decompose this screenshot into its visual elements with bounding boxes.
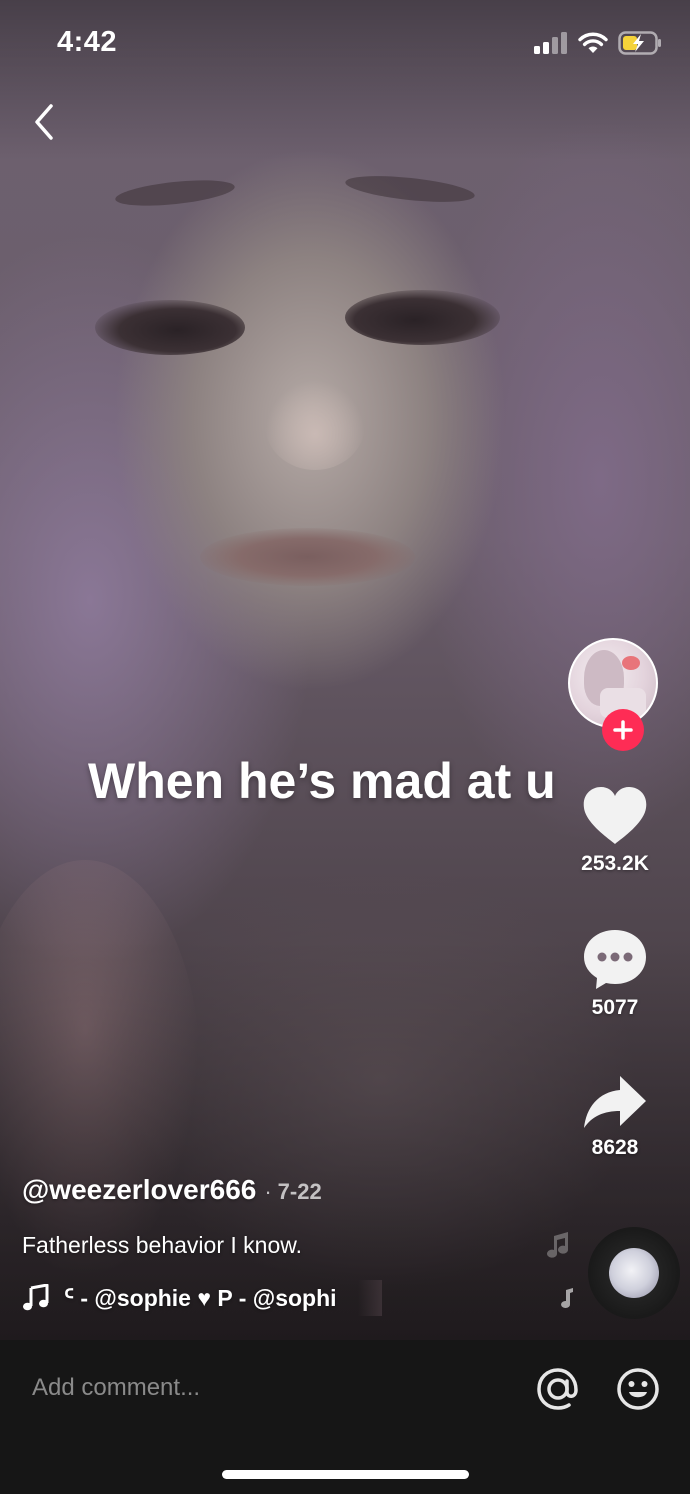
share-count: 8628 xyxy=(591,1136,639,1159)
comment-input[interactable]: Add comment... xyxy=(32,1374,200,1402)
follow-button[interactable] xyxy=(602,709,644,751)
post-description: Fatherless behavior I know. xyxy=(22,1232,302,1258)
emoji-button[interactable] xyxy=(614,1365,662,1413)
at-sign-icon xyxy=(537,1368,578,1410)
creator-username[interactable]: @weezerlover666 xyxy=(22,1174,256,1206)
share-arrow-icon xyxy=(584,1076,646,1128)
music-ticker[interactable]: ᑦ - @sophie ♥ P - @sophi xyxy=(22,1280,382,1316)
post-date: 7-22 xyxy=(277,1179,322,1204)
music-title: ᑦ - @sophie ♥ P - @sophi xyxy=(64,1284,337,1311)
music-fade xyxy=(358,1280,382,1316)
home-indicator[interactable] xyxy=(222,1470,469,1479)
like-button[interactable]: 253.2K xyxy=(560,786,670,876)
back-button[interactable] xyxy=(22,98,66,146)
status-time: 4:42 xyxy=(57,26,118,58)
music-disc-button[interactable] xyxy=(588,1227,680,1319)
cellular-signal-icon xyxy=(534,32,567,54)
action-rail: 253.2K 5077 8628 xyxy=(568,0,690,1340)
plus-icon xyxy=(613,720,633,740)
smiley-icon xyxy=(617,1368,659,1410)
comment-button[interactable]: 5077 xyxy=(560,928,670,1020)
avatar-art xyxy=(622,656,640,670)
comment-count: 5077 xyxy=(591,996,639,1019)
chevron-left-icon xyxy=(35,104,53,140)
heart-icon xyxy=(583,787,647,844)
music-note-icon xyxy=(23,1284,49,1311)
tiktok-video-screen: 4:42 When he’s mad at u 253.2K 5077 8628… xyxy=(0,0,690,1494)
comment-bar: Add comment... xyxy=(0,1340,690,1494)
meta-separator: · xyxy=(264,1179,272,1204)
share-button[interactable]: 8628 xyxy=(560,1074,670,1160)
post-meta: @weezerlover666 · 7-22 xyxy=(22,1174,562,1206)
like-count: 253.2K xyxy=(581,852,649,875)
author-line: @weezerlover666 · 7-22 xyxy=(22,1174,562,1206)
music-cover-art xyxy=(609,1248,659,1298)
speech-bubble-icon xyxy=(584,930,646,989)
mention-button[interactable] xyxy=(534,1365,582,1413)
